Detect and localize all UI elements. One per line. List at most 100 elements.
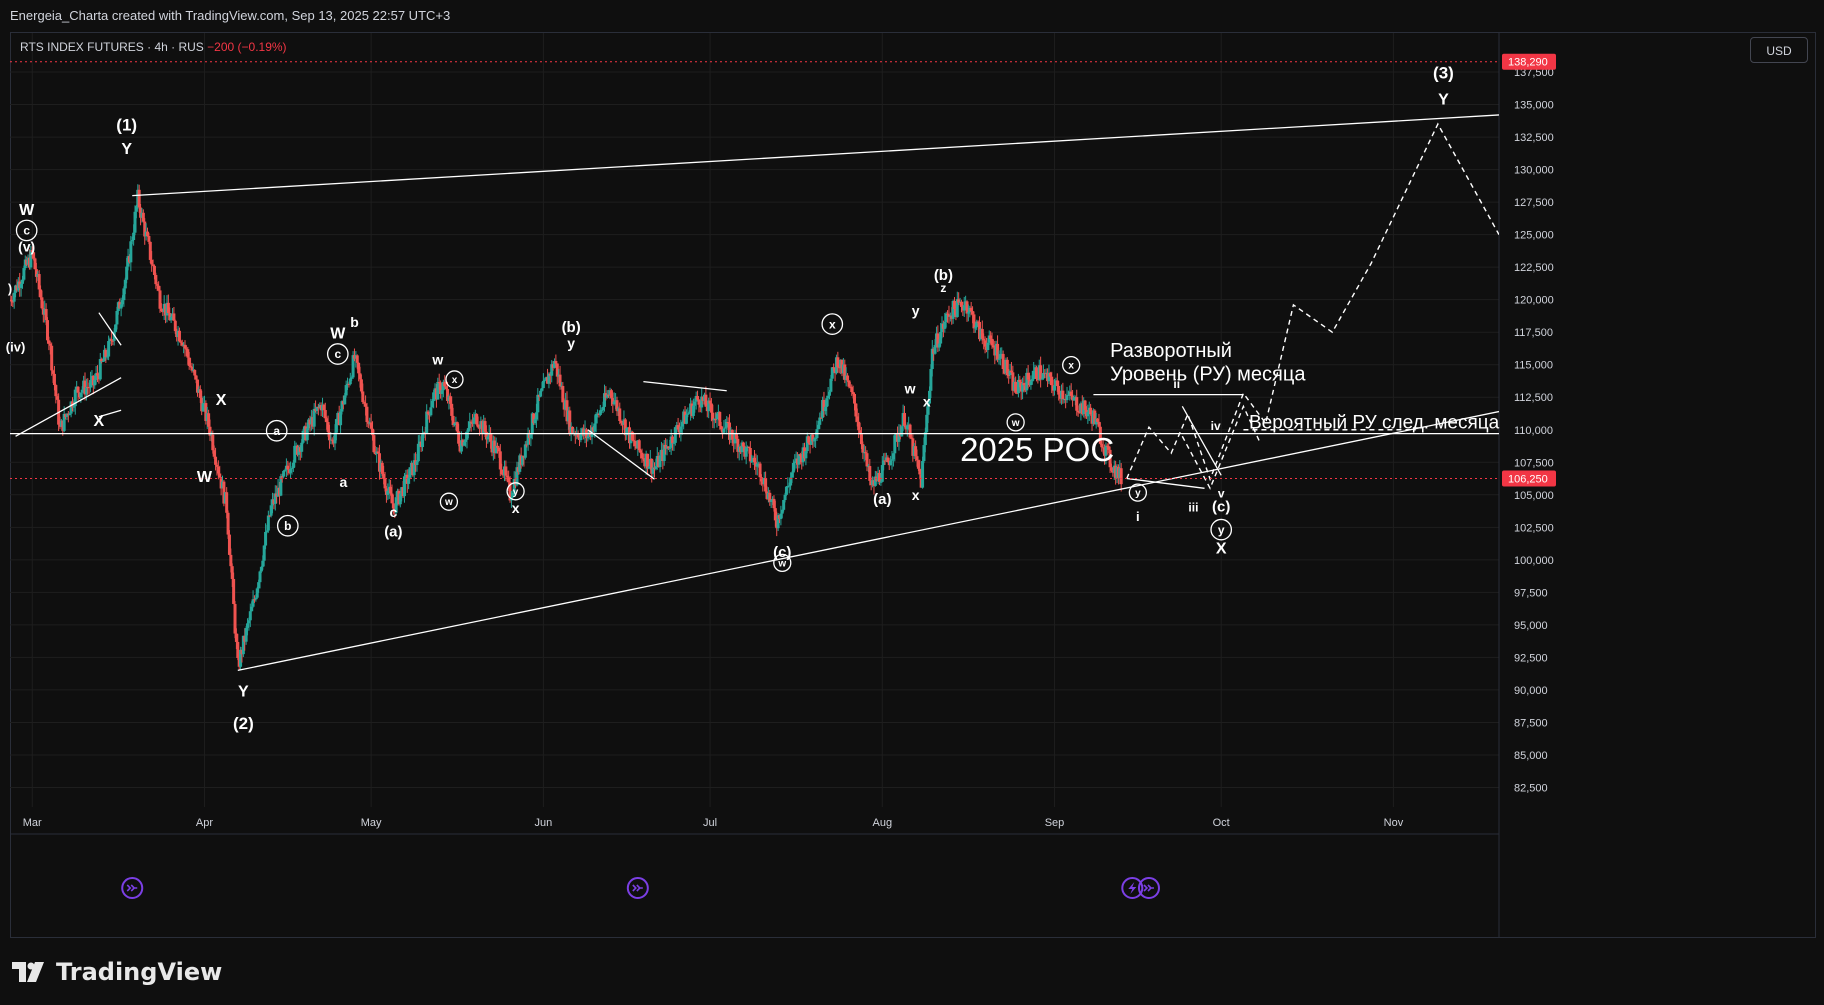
y-tick-label: 102,500 <box>1514 522 1554 534</box>
y-tick-label: 87,500 <box>1514 717 1548 729</box>
candle-body <box>1065 395 1069 401</box>
wave-label: Y <box>121 141 132 158</box>
y-tick-label: 120,000 <box>1514 295 1554 307</box>
candle-body <box>258 571 262 583</box>
wave-label: w <box>431 352 443 368</box>
wave-label: (a) <box>873 491 891 508</box>
x-tick-label: Jun <box>534 817 552 829</box>
wave-label: (b) <box>562 319 581 336</box>
y-tick-label: 132,500 <box>1514 132 1554 144</box>
wave-label: z <box>940 281 946 295</box>
candle-body <box>828 391 832 396</box>
wave-label: iv <box>1211 419 1221 433</box>
candle-body <box>722 428 726 433</box>
wave-label: X <box>216 392 227 409</box>
wave-label: x <box>452 375 458 386</box>
event-marker-ring <box>121 877 144 899</box>
candle-body <box>76 386 80 393</box>
candle-body <box>1061 390 1065 400</box>
wave-label: ) <box>8 281 12 296</box>
x-tick-label: Mar <box>23 817 42 829</box>
y-tick-label: 122,500 <box>1514 262 1554 274</box>
annotation-text: Разворотный <box>1110 340 1232 362</box>
brand-name: TradingView <box>56 958 223 986</box>
x-tick-label: Jul <box>703 817 717 829</box>
candle-body <box>300 442 304 452</box>
candle-body <box>429 407 433 416</box>
y-tick-label: 125,000 <box>1514 230 1554 242</box>
candle-body <box>416 443 420 462</box>
y-tick-label: 90,000 <box>1514 685 1548 697</box>
wave-label: x <box>512 500 520 516</box>
y-tick-label: 92,500 <box>1514 652 1548 664</box>
wave-label: iii <box>1188 501 1198 515</box>
y-tick-label: 127,500 <box>1514 197 1554 209</box>
candle-body <box>1034 367 1038 379</box>
candle-body <box>407 477 411 484</box>
wave-label: a <box>273 424 280 438</box>
y-tick-label: 97,500 <box>1514 587 1548 599</box>
wave-label: w <box>777 558 786 569</box>
candle-body <box>248 611 252 621</box>
y-tick-label: 135,000 <box>1514 100 1554 112</box>
y-tick-label: 100,000 <box>1514 555 1554 567</box>
wave-label: x <box>923 393 931 409</box>
symbol-info: RTS INDEX FUTURES · 4h · RUS −200 (−0.19… <box>20 40 287 54</box>
wave-label: a <box>339 474 347 490</box>
candle-body <box>637 440 641 451</box>
y-tick-label: 85,000 <box>1514 750 1548 762</box>
wave-label: b <box>284 519 291 533</box>
wave-label: y <box>513 487 519 498</box>
wave-label: c <box>334 347 341 361</box>
wave-label: X <box>94 413 105 430</box>
footer <box>0 938 1824 1005</box>
wave-label: y <box>912 302 920 318</box>
candle-body <box>915 456 919 461</box>
x-tick-label: Oct <box>1213 817 1230 829</box>
candle-body <box>540 388 544 391</box>
wave-label: x <box>1068 361 1074 372</box>
wave-label: y <box>567 335 575 351</box>
trend-line <box>643 380 727 392</box>
candle-body <box>918 468 922 475</box>
candle-body <box>264 531 268 546</box>
forward-arrow-glyph <box>632 884 643 892</box>
y-tick-label: 130,000 <box>1514 165 1554 177</box>
price-badge-label: 138,290 <box>1508 57 1548 69</box>
wave-label: (iv) <box>6 340 26 355</box>
candle-body <box>129 241 133 263</box>
wave-label: c <box>389 504 397 520</box>
currency-selector[interactable]: USD <box>1750 37 1808 63</box>
x-tick-label: Apr <box>196 817 213 829</box>
tradingview-logo[interactable]: TradingView <box>12 958 223 986</box>
wave-label: W <box>197 469 213 486</box>
forward-arrow-icon[interactable] <box>121 877 144 899</box>
x-tick-label: Sep <box>1045 817 1065 829</box>
wave-label: (1) <box>116 116 137 135</box>
forward-arrow-glyph <box>126 884 138 892</box>
trend-line <box>132 114 1499 197</box>
forward-arrow-icon[interactable] <box>626 877 649 899</box>
candle-body <box>225 492 229 513</box>
forward-arrow-glyph <box>1143 884 1154 892</box>
wave-label: b <box>350 314 359 330</box>
candle-body <box>759 477 763 482</box>
candle-body <box>194 375 198 380</box>
x-tick-label: May <box>361 817 382 829</box>
candle-body <box>1119 468 1123 485</box>
annotation-text: Уровень (РУ) месяца <box>1110 363 1306 385</box>
event-marker-ring <box>626 877 649 899</box>
annotation-text: 2025 POC <box>960 431 1114 468</box>
price-change: −200 (−0.19%) <box>207 40 287 54</box>
candle-body <box>1001 353 1005 370</box>
plot-area <box>10 114 1499 672</box>
candle-body <box>266 515 270 531</box>
candle-body <box>232 578 236 604</box>
wave-label: (2) <box>233 714 254 733</box>
y-tick-label: 95,000 <box>1514 620 1548 632</box>
candle-body <box>554 361 558 364</box>
candle-body <box>853 394 857 404</box>
candle-body <box>1053 385 1057 391</box>
price-chart[interactable]: (1)YWc(v)(iv))XXWabY(2)Wcbac(a)wxwyx(b)y… <box>0 0 1824 938</box>
candle-body <box>903 413 907 426</box>
